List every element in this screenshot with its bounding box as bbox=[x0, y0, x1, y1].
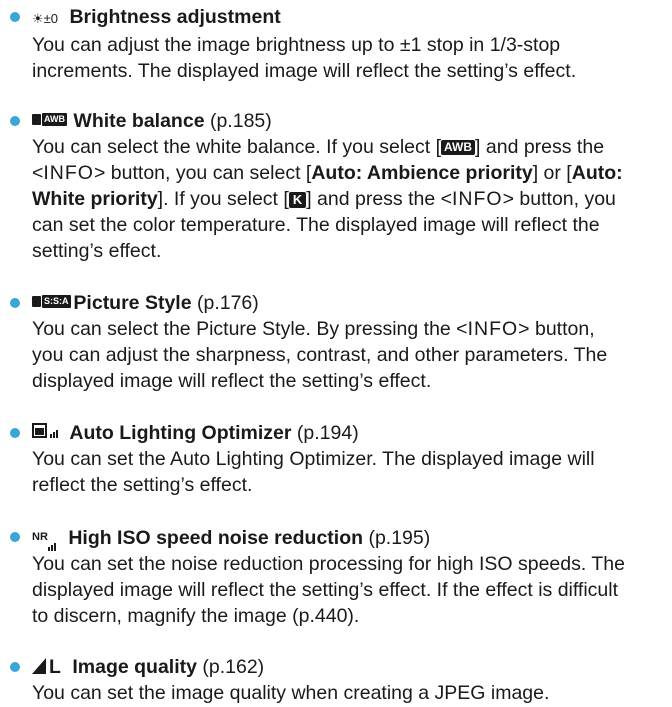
image-quality-icon: L bbox=[32, 654, 61, 680]
text-line: you can adjust the sharpness, contrast, … bbox=[32, 344, 608, 366]
info-button-label: INFO bbox=[452, 188, 503, 210]
text-line: White priority]. If you select [K] and p… bbox=[32, 188, 616, 210]
bullet-icon bbox=[10, 116, 20, 126]
bullet-icon bbox=[10, 12, 20, 22]
text-line: You can select the Picture Style. By pre… bbox=[32, 318, 595, 340]
text-line: You can set the Auto Lighting Optimizer.… bbox=[32, 448, 595, 470]
text-line: setting’s effect. bbox=[32, 240, 162, 262]
page-reference: (p.176) bbox=[196, 292, 259, 314]
text-line: You can set the noise reduction processi… bbox=[32, 553, 625, 575]
item-heading: L Image quality (p.162) bbox=[10, 654, 672, 680]
item-heading: ☀±0 Brightness adjustment bbox=[10, 4, 672, 32]
item-title: Image quality bbox=[72, 656, 197, 678]
text-line: You can select the white balance. If you… bbox=[32, 136, 605, 158]
page-reference: (p.185) bbox=[209, 110, 272, 132]
page-reference: (p.162) bbox=[202, 656, 265, 678]
list-item-noise-reduction: NR High ISO speed noise reduction (p.195… bbox=[10, 524, 672, 629]
text-line: reflect the setting’s effect. bbox=[32, 474, 253, 496]
item-description: You can select the white balance. If you… bbox=[32, 134, 672, 264]
auto-lighting-optimizer-icon bbox=[32, 423, 58, 441]
item-title: Picture Style bbox=[73, 292, 192, 314]
bullet-icon bbox=[10, 532, 20, 542]
item-heading: NR High ISO speed noise reduction (p.195… bbox=[10, 524, 672, 551]
item-description: You can select the Picture Style. By pre… bbox=[32, 316, 672, 394]
item-title: Brightness adjustment bbox=[69, 6, 281, 28]
list-item-white-balance: AWB White balance (p.185) You can select… bbox=[10, 108, 672, 264]
item-title: White balance bbox=[73, 110, 205, 132]
text-line: to discern, magnify the image (p.440). bbox=[32, 605, 360, 627]
page-reference: (p.194) bbox=[296, 422, 359, 444]
item-description: You can set the Auto Lighting Optimizer.… bbox=[32, 446, 672, 498]
item-heading: AWB White balance (p.185) bbox=[10, 108, 672, 134]
info-button-label: INFO bbox=[43, 162, 94, 184]
text-line: You can set the image quality when creat… bbox=[32, 682, 550, 704]
bullet-icon bbox=[10, 298, 20, 308]
brightness-adjust-icon: ☀±0 bbox=[32, 11, 59, 26]
color-temperature-icon: K bbox=[288, 192, 307, 208]
page-reference: (p.195) bbox=[368, 527, 431, 549]
list-item-image-quality: L Image quality (p.162) You can set the … bbox=[10, 654, 672, 706]
text-line: displayed image will reflect the setting… bbox=[32, 579, 619, 601]
text-line: increments. The displayed image will ref… bbox=[32, 60, 577, 82]
list-item-auto-lighting-optimizer: Auto Lighting Optimizer (p.194) You can … bbox=[10, 420, 672, 498]
picture-style-tab-icon: S:S:A bbox=[32, 294, 71, 310]
text-line: <INFO> button, you can select [Auto: Amb… bbox=[32, 162, 623, 184]
list-item-picture-style: S:S:A Picture Style (p.176) You can sele… bbox=[10, 290, 672, 394]
text-line: displayed image will reflect the setting… bbox=[32, 370, 432, 392]
item-description: You can adjust the image brightness up t… bbox=[32, 32, 672, 84]
noise-reduction-icon: NR bbox=[32, 524, 57, 551]
white-balance-tab-icon: AWB bbox=[32, 112, 67, 128]
awb-icon: AWB bbox=[441, 140, 476, 155]
info-button-label: INFO bbox=[467, 318, 519, 340]
list-item-brightness: ☀±0 Brightness adjustment You can adjust… bbox=[10, 4, 672, 84]
item-title: Auto Lighting Optimizer bbox=[69, 422, 292, 444]
text-line: You can adjust the image brightness up t… bbox=[32, 34, 561, 56]
bullet-icon bbox=[10, 662, 20, 672]
item-heading: Auto Lighting Optimizer (p.194) bbox=[10, 420, 672, 446]
item-description: You can set the noise reduction processi… bbox=[32, 551, 672, 629]
item-title: High ISO speed noise reduction bbox=[68, 527, 364, 549]
item-description: You can set the image quality when creat… bbox=[32, 680, 672, 706]
text-line: can set the color temperature. The displ… bbox=[32, 214, 600, 236]
bullet-icon bbox=[10, 428, 20, 438]
item-heading: S:S:A Picture Style (p.176) bbox=[10, 290, 672, 316]
